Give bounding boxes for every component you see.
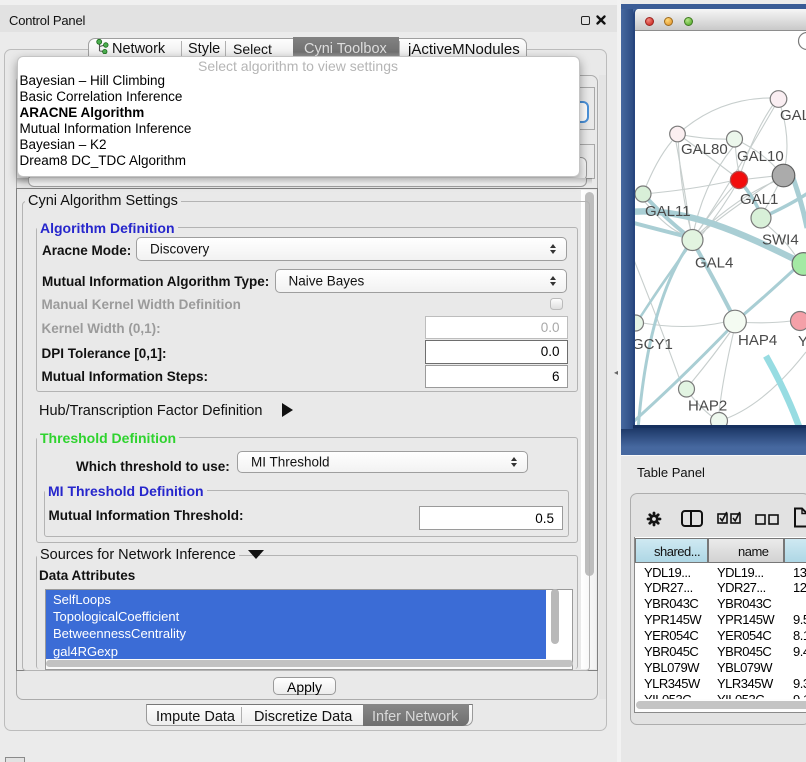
svg-text:GAL1: GAL1 [740, 191, 778, 208]
svg-text:GAL7: GAL7 [780, 107, 806, 124]
svg-text:GAL10: GAL10 [737, 148, 784, 165]
svg-text:GAL11: GAL11 [645, 203, 691, 220]
svg-text:HAP4: HAP4 [738, 332, 777, 349]
svg-text:GAL4: GAL4 [695, 255, 733, 272]
svg-text:Y: Y [798, 333, 806, 350]
svg-text:SWI4: SWI4 [762, 232, 799, 249]
svg-text:GCY1: GCY1 [635, 336, 673, 353]
svg-text:GAL80: GAL80 [681, 141, 728, 158]
svg-text:HAP2: HAP2 [688, 398, 727, 415]
